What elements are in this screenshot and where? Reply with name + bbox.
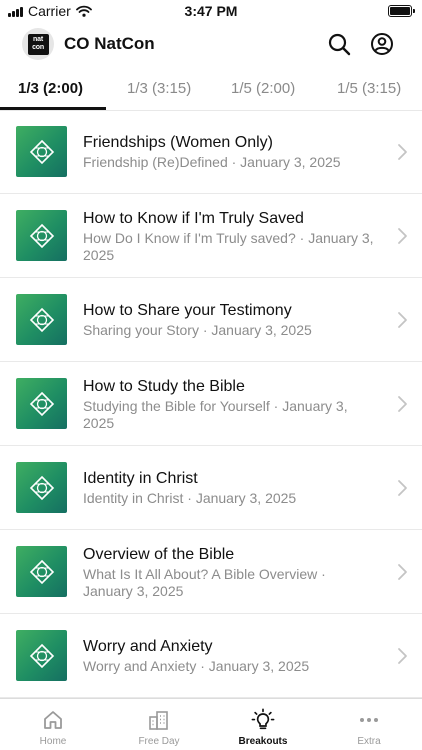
item-title: Worry and Anxiety	[83, 638, 213, 655]
home-icon	[44, 711, 62, 729]
chevron-right-icon	[398, 144, 407, 160]
session-thumbnail	[16, 378, 67, 429]
chevron-right-icon	[398, 228, 407, 244]
item-subtitle: Sharing your Story · January 3, 2025	[83, 322, 312, 338]
tab-1-5-3-15[interactable]: 1/5 (3:15)	[337, 74, 401, 110]
chevron-right-icon	[398, 312, 407, 328]
item-title: Overview of the Bible	[83, 545, 235, 563]
session-thumbnail	[16, 462, 67, 513]
nav-free-day[interactable]: Free Day	[106, 699, 212, 750]
chevron-right-icon	[398, 564, 407, 580]
item-subtitle: Studying the Bible for Yourself · Januar…	[83, 397, 348, 431]
emblem-icon	[29, 643, 54, 668]
session-thumbnail	[16, 630, 67, 681]
session-thumbnail	[16, 546, 67, 597]
account-button[interactable]	[368, 30, 396, 58]
item-subtitle: How Do I Know if I'm Truly saved? · Janu…	[83, 229, 374, 263]
nav-label: Free Day	[138, 736, 180, 747]
item-subtitle: Identity in Christ · January 3, 2025	[83, 490, 297, 506]
account-icon	[371, 33, 393, 55]
session-thumbnail	[16, 126, 67, 177]
list-item[interactable]: How to Share your Testimony Sharing your…	[0, 278, 422, 362]
list-item[interactable]: Overview of the Bible What Is It All Abo…	[0, 530, 422, 614]
chevron-right-icon	[398, 396, 407, 412]
app-header: nat con CO NatCon	[0, 26, 422, 62]
session-thumbnail	[16, 294, 67, 345]
nav-home[interactable]: Home	[0, 699, 106, 750]
logo-text-bottom: con	[32, 44, 44, 51]
tab-1-3-2-00[interactable]: 1/3 (2:00)	[18, 74, 83, 110]
nav-label: Breakouts	[238, 736, 288, 747]
status-bar: Carrier 3:47 PM	[0, 0, 422, 22]
app-logo: nat con	[22, 28, 54, 60]
tab-1-3-3-15[interactable]: 1/3 (3:15)	[127, 74, 191, 110]
bottom-nav: Home Free Day Breakouts Extra	[0, 698, 422, 750]
item-title: Friendships (Women Only)	[83, 134, 273, 151]
search-icon	[328, 33, 351, 56]
item-title: How to Know if I'm Truly Saved	[83, 209, 304, 227]
emblem-icon	[29, 559, 54, 584]
list-item[interactable]: How to Study the Bible Studying the Bibl…	[0, 362, 422, 446]
nav-breakouts[interactable]: Breakouts	[210, 699, 316, 750]
emblem-icon	[29, 139, 54, 164]
more-icon	[360, 718, 378, 722]
chevron-right-icon	[398, 648, 407, 664]
nav-extra[interactable]: Extra	[316, 699, 422, 750]
list-item[interactable]: How to Know if I'm Truly Saved How Do I …	[0, 194, 422, 278]
city-icon	[149, 711, 168, 730]
emblem-icon	[29, 223, 54, 248]
battery-icon	[388, 5, 415, 17]
item-subtitle: Worry and Anxiety · January 3, 2025	[83, 658, 310, 674]
list-item[interactable]: Identity in Christ Identity in Christ · …	[0, 446, 422, 530]
item-title: How to Study the Bible	[83, 377, 245, 395]
item-subtitle: What Is It All About? A Bible Overview ·…	[83, 565, 326, 599]
emblem-icon	[29, 307, 54, 332]
session-thumbnail	[16, 210, 67, 261]
lightbulb-icon	[251, 708, 275, 730]
chevron-right-icon	[398, 480, 407, 496]
list-item[interactable]: Worry and Anxiety Worry and Anxiety · Ja…	[0, 614, 422, 698]
emblem-icon	[29, 475, 54, 500]
date-tabs: 1/3 (2:00) 1/3 (3:15) 1/5 (2:00) 1/5 (3:…	[0, 74, 422, 110]
tab-1-5-2-00[interactable]: 1/5 (2:00)	[231, 74, 295, 110]
list-item[interactable]: Friendships (Women Only) Friendship (Re)…	[0, 110, 422, 194]
item-subtitle: Friendship (Re)Defined · January 3, 2025	[83, 154, 341, 170]
status-time: 3:47 PM	[184, 3, 238, 19]
item-title: How to Share your Testimony	[83, 302, 292, 319]
nav-label: Home	[39, 736, 67, 747]
item-title: Identity in Christ	[83, 470, 198, 487]
app-title: CO NatCon	[64, 34, 155, 53]
search-button[interactable]	[325, 30, 353, 58]
emblem-icon	[29, 391, 54, 416]
nav-label: Extra	[357, 736, 381, 747]
logo-text-top: nat	[33, 36, 43, 43]
